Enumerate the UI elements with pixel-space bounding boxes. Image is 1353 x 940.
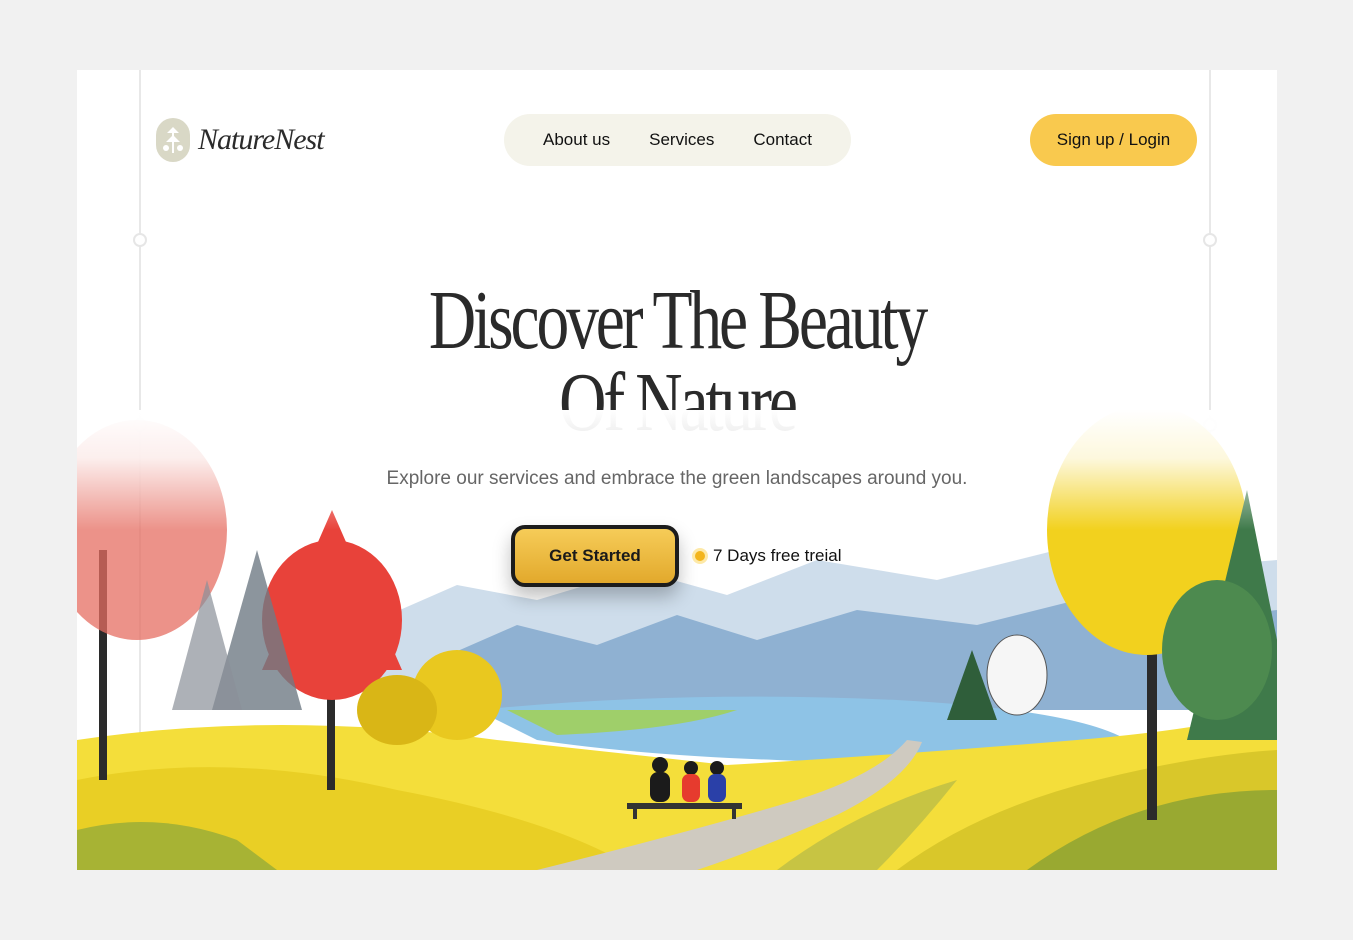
nav-services[interactable]: Services	[649, 130, 714, 150]
landing-card: NatureNest About us Services Contact Sig…	[77, 70, 1277, 870]
get-started-button[interactable]: Get Started	[511, 525, 679, 587]
free-trial-text: 7 Days free treial	[713, 546, 842, 565]
hero-title-line-1: Discover The Beauty	[428, 274, 928, 367]
dot-icon	[695, 551, 705, 561]
hero-subtitle: Explore our services and embrace the gre…	[386, 468, 968, 489]
tree-leaf-icon	[156, 118, 190, 162]
guide-dot	[133, 233, 147, 247]
main-nav: About us Services Contact	[504, 114, 851, 166]
brand-name: NatureNest	[198, 123, 325, 156]
logo[interactable]: NatureNest	[156, 118, 325, 162]
cta-row: Get Started 7 Days free treial	[511, 525, 842, 587]
nav-about-us[interactable]: About us	[543, 130, 610, 150]
signup-login-button[interactable]: Sign up / Login	[1030, 114, 1197, 166]
free-trial-note: 7 Days free treial	[695, 546, 842, 566]
nav-contact[interactable]: Contact	[753, 130, 812, 150]
guide-dot	[1203, 233, 1217, 247]
